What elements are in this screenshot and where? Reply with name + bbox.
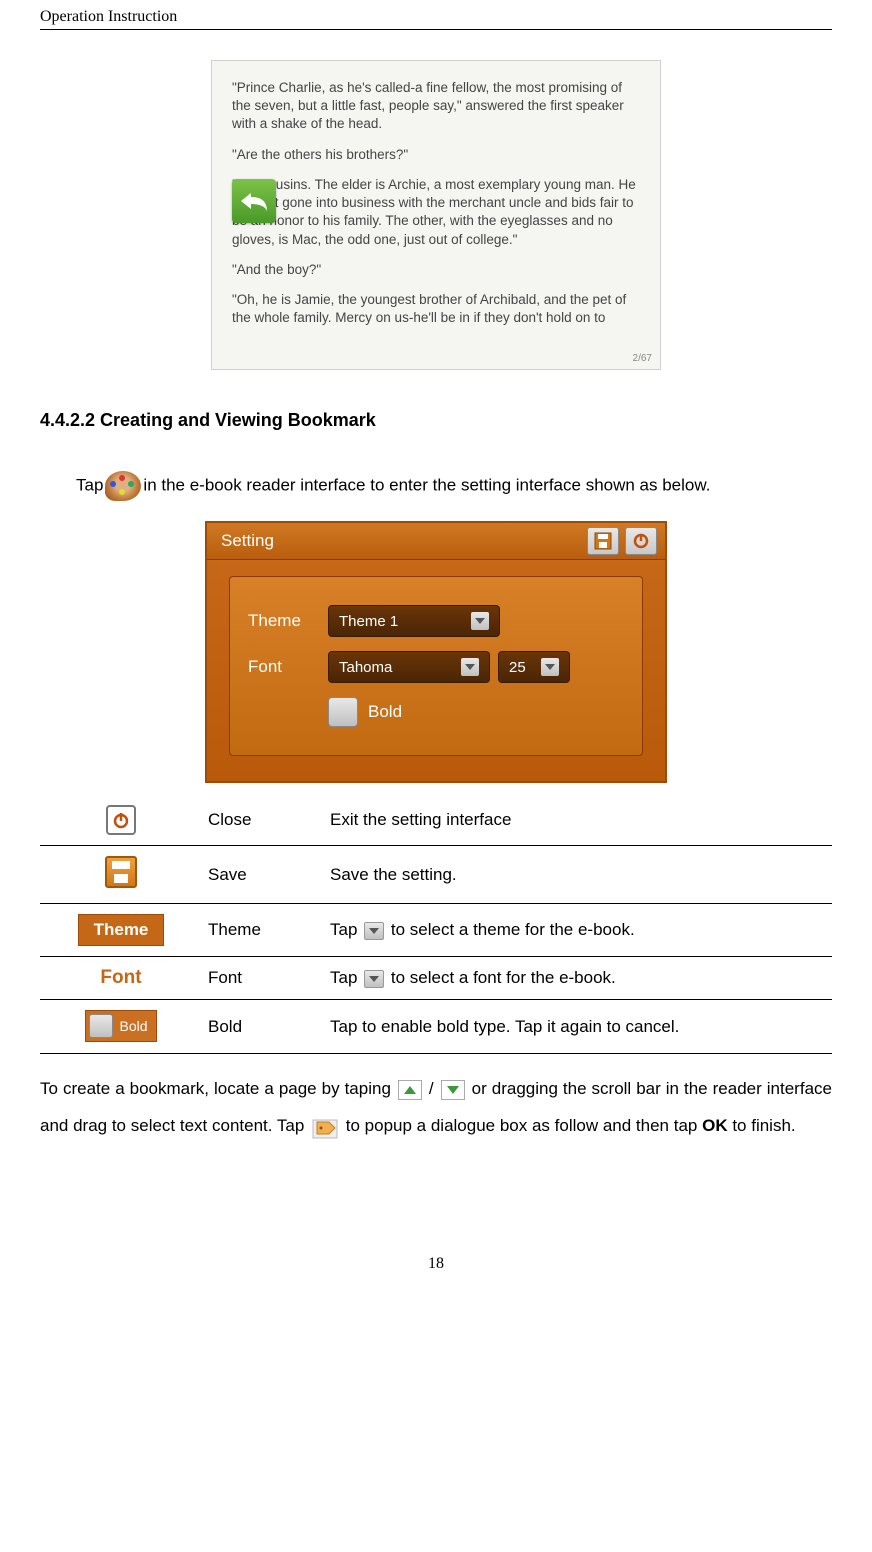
dropdown-arrow-icon [364, 970, 384, 988]
table-row: Theme Theme Tap to select a theme for th… [40, 904, 832, 957]
reader-page-indicator: 2/67 [633, 352, 652, 366]
table-row: Close Exit the setting interface [40, 795, 832, 846]
page-header: Operation Instruction [40, 0, 832, 29]
table-row: Bold Bold Tap to enable bold type. Tap i… [40, 1000, 832, 1054]
settings-row-theme: Theme Theme 1 [248, 605, 624, 637]
dropdown-arrow-icon [364, 922, 384, 940]
palette-icon[interactable] [105, 471, 141, 501]
desc-text: to select a theme for the e-book. [386, 920, 635, 939]
font-dropdown-value: Tahoma [339, 659, 392, 676]
reader-para-4: "And the boy?" [232, 261, 640, 279]
reader-screenshot: "Prince Charlie, as he's called-a fine f… [211, 60, 661, 370]
table-desc: Tap to select a font for the e-book. [324, 957, 832, 1000]
theme-chip-icon: Theme [78, 914, 164, 946]
settings-titlebar: Setting [207, 523, 665, 560]
dropdown-arrow-icon [461, 658, 479, 676]
table-label: Font [202, 957, 324, 1000]
reader-para-3: "No, cousins. The elder is Archie, a mos… [232, 176, 640, 249]
page-number: 18 [40, 1255, 832, 1293]
table-label: Save [202, 846, 324, 904]
reader-para-2: "Are the others his brothers?" [232, 146, 640, 164]
bookmark-tag-icon[interactable] [311, 1116, 339, 1138]
font-label: Font [248, 657, 328, 677]
font-dropdown[interactable]: Tahoma [328, 651, 490, 683]
desc-text: Tap [330, 920, 362, 939]
settings-screenshot: Setting Theme Theme 1 Font Tahoma [205, 521, 667, 783]
dropdown-arrow-icon [471, 612, 489, 630]
back-arrow-icon[interactable] [232, 179, 276, 223]
theme-label: Theme [248, 611, 328, 631]
intro-text-before: Tap [76, 475, 103, 494]
page-up-icon[interactable] [398, 1080, 422, 1100]
font-size-dropdown[interactable]: 25 [498, 651, 570, 683]
theme-dropdown-value: Theme 1 [339, 613, 398, 630]
settings-row-font: Font Tahoma 25 [248, 651, 624, 683]
font-chip-icon: Font [100, 967, 141, 988]
reader-para-1: "Prince Charlie, as he's called-a fine f… [232, 79, 640, 134]
table-desc: Tap to enable bold type. Tap it again to… [324, 1000, 832, 1054]
power-close-icon[interactable] [625, 527, 657, 555]
settings-row-bold: Bold [328, 697, 624, 727]
settings-title: Setting [215, 531, 581, 551]
bold-checkbox[interactable] [328, 697, 358, 727]
settings-panel: Theme Theme 1 Font Tahoma 25 B [229, 576, 643, 756]
intro-text-after: in the e-book reader interface to enter … [143, 475, 710, 494]
table-desc: Save the setting. [324, 846, 832, 904]
desc-text: to select a font for the e-book. [386, 968, 616, 987]
settings-description-table: Close Exit the setting interface Save Sa… [40, 795, 832, 1054]
bold-chip-checkbox [89, 1014, 113, 1038]
bold-chip-icon: Bold [85, 1010, 156, 1042]
footer-paragraph: To create a bookmark, locate a page by t… [40, 1070, 832, 1145]
table-row: Font Font Tap to select a font for the e… [40, 957, 832, 1000]
save-button-icon[interactable] [587, 527, 619, 555]
reader-para-5: "Oh, he is Jamie, the youngest brother o… [232, 291, 640, 327]
font-size-value: 25 [509, 659, 526, 676]
theme-dropdown[interactable]: Theme 1 [328, 605, 500, 637]
section-heading: 4.4.2.2 Creating and Viewing Bookmark [40, 410, 832, 431]
intro-paragraph: Tap in the e-book reader interface to ent… [40, 471, 832, 501]
table-desc: Exit the setting interface [324, 795, 832, 846]
footer-text: To create a bookmark, locate a page by t… [40, 1079, 396, 1098]
bold-chip-text: Bold [119, 1018, 147, 1034]
table-label: Bold [202, 1000, 324, 1054]
desc-text: Tap [330, 968, 362, 987]
close-power-icon [106, 805, 136, 835]
footer-text: to popup a dialogue box as follow and th… [346, 1116, 702, 1135]
table-row: Save Save the setting. [40, 846, 832, 904]
footer-slash: / [429, 1079, 439, 1098]
footer-text: to finish. [732, 1116, 795, 1135]
ok-text: OK [702, 1116, 728, 1135]
save-icon [105, 856, 137, 888]
table-label: Close [202, 795, 324, 846]
header-divider [40, 29, 832, 30]
dropdown-arrow-icon [541, 658, 559, 676]
table-label: Theme [202, 904, 324, 957]
page-down-icon[interactable] [441, 1080, 465, 1100]
bold-label: Bold [368, 702, 402, 722]
table-desc: Tap to select a theme for the e-book. [324, 904, 832, 957]
